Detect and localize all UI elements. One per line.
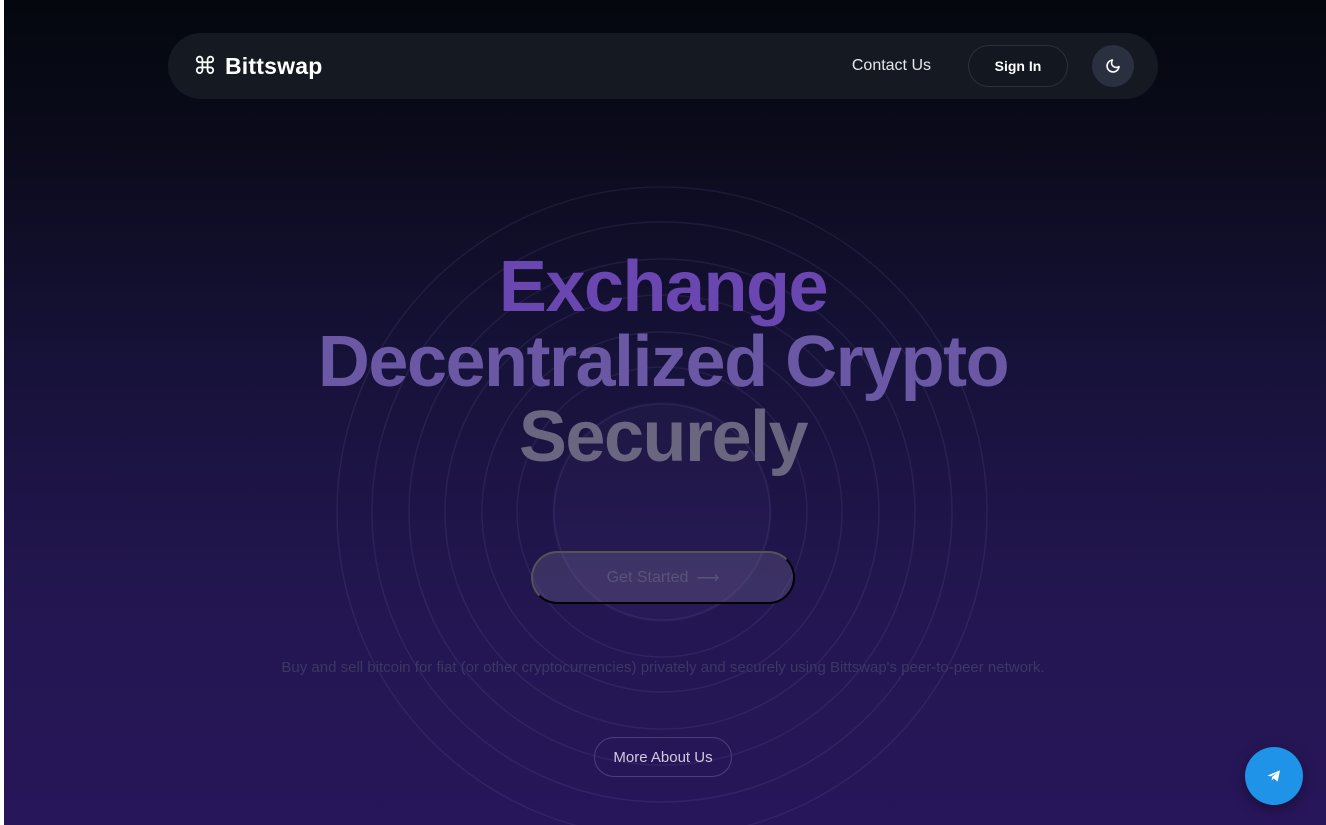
- get-started-button[interactable]: Get Started ⟶: [531, 551, 795, 604]
- window-edge: [0, 0, 4, 825]
- theme-toggle-button[interactable]: [1092, 45, 1134, 87]
- command-icon: ⌘: [193, 52, 217, 80]
- telegram-send-icon: [1267, 770, 1280, 782]
- contact-us-link[interactable]: Contact Us: [852, 57, 931, 75]
- hero-title-line-3: Securely: [518, 397, 809, 477]
- telegram-chat-button[interactable]: [1245, 747, 1303, 805]
- sign-in-button[interactable]: Sign In: [968, 45, 1068, 87]
- brand-logo[interactable]: ⌘ Bittswap: [193, 53, 322, 80]
- top-navbar: ⌘ Bittswap Contact Us Sign In: [168, 33, 1158, 99]
- moon-icon: [1106, 59, 1120, 73]
- get-started-label: Get Started: [606, 568, 689, 586]
- arrow-right-icon: ⟶: [696, 569, 720, 587]
- nav-actions: Contact Us Sign In: [852, 45, 1134, 87]
- hero-title-line-1: Exchange: [498, 247, 829, 327]
- more-about-us-button[interactable]: More About Us: [594, 737, 732, 777]
- brand-name: Bittswap: [225, 52, 323, 79]
- hero-description: Buy and sell bitcoin for fiat (or other …: [281, 659, 1045, 676]
- hero-title-line-2: Decentralized Crypto: [317, 322, 1010, 402]
- hero-title: Exchange Decentralized Crypto Securely: [160, 250, 1166, 475]
